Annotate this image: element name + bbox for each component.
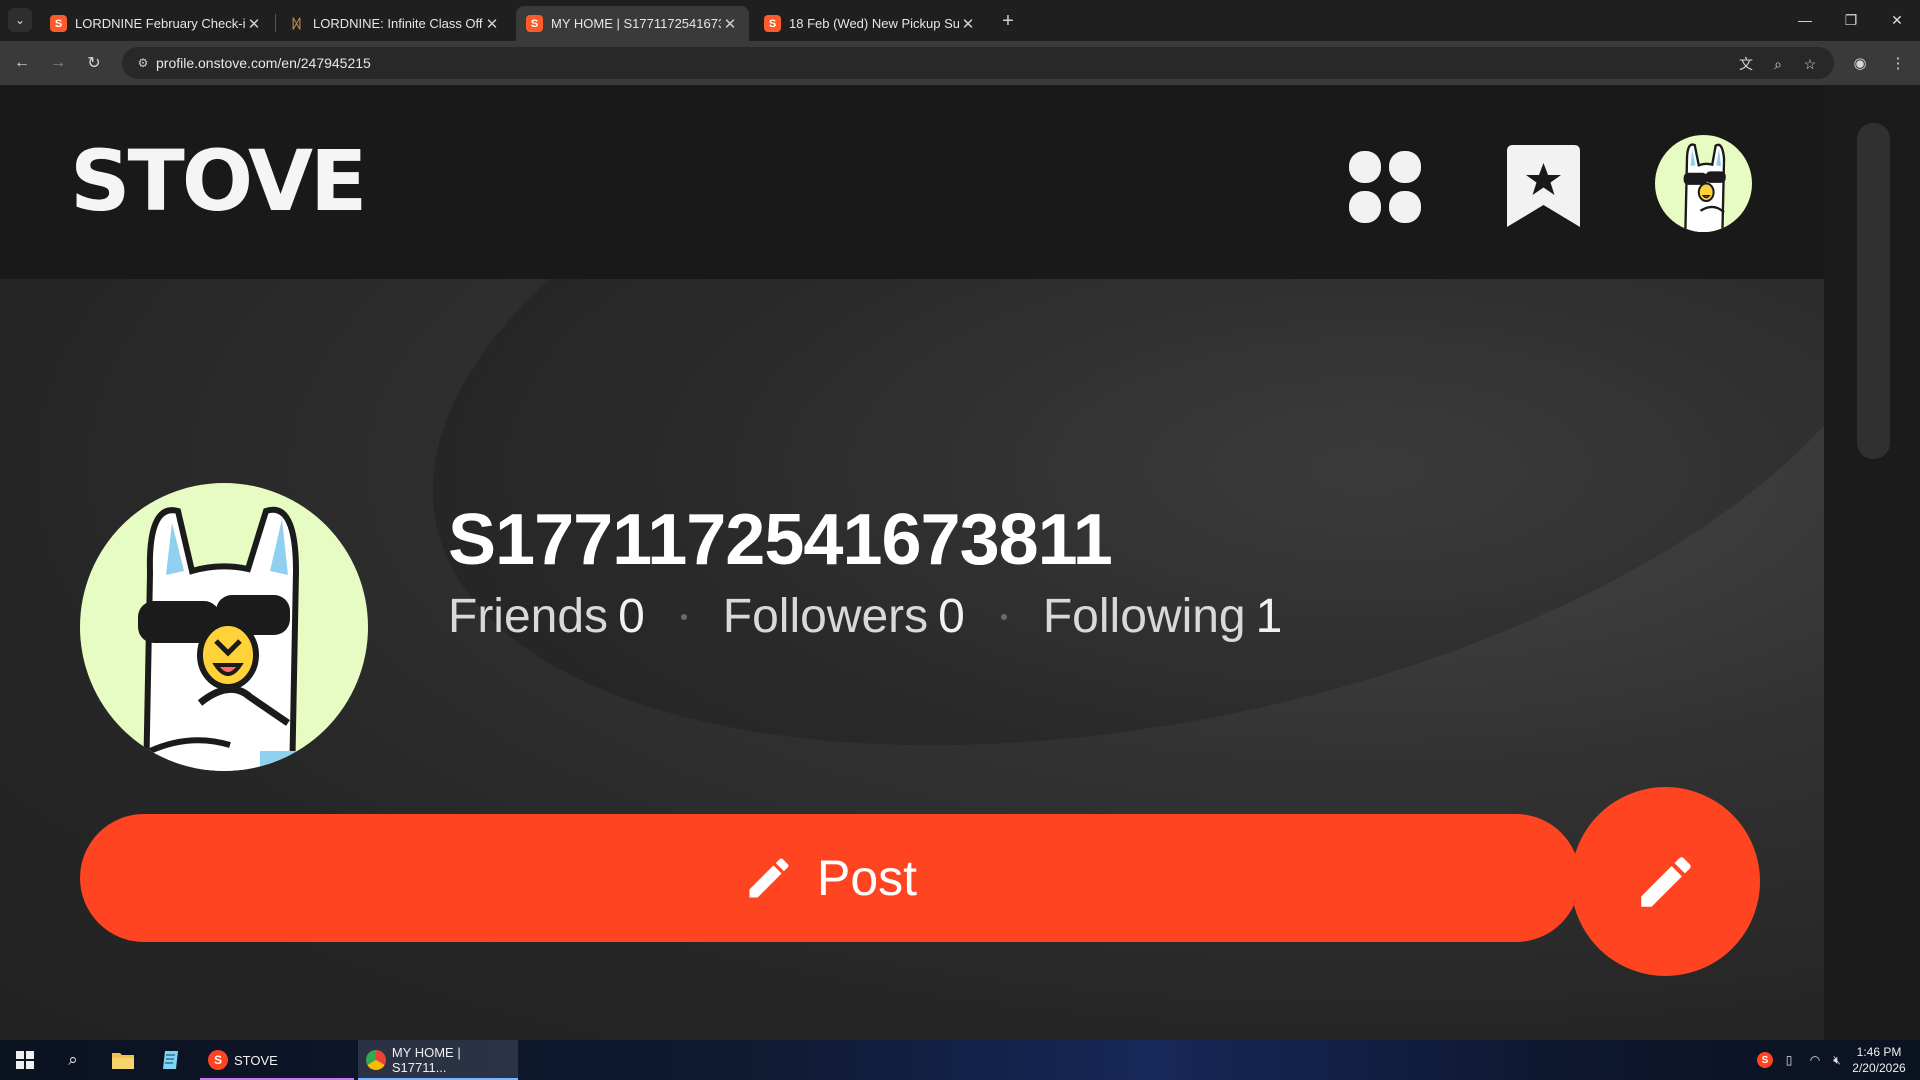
tab-title: LORDNINE February Check-in S [75,16,245,31]
pencil-icon [1640,856,1691,907]
volume-muted-icon[interactable]: 🔇︎ [1828,1051,1846,1069]
restore-button[interactable]: ❐ [1834,6,1868,34]
browser-tab-active[interactable]: S MY HOME | S1771172541673811 ✕ [516,6,749,41]
post-button[interactable]: Post [80,814,1580,942]
stat-label: Followers [722,590,929,643]
bookmark-star-icon[interactable]: ☆ [1800,54,1820,74]
site-header: STOVE [0,85,1824,279]
taskbar-app-stove[interactable]: S STOVE [200,1040,354,1080]
profile-icon[interactable]: ◉ [1850,53,1870,73]
tab-title: MY HOME | S1771172541673811 [551,16,721,31]
usb-icon[interactable]: ▯ [1780,1051,1798,1069]
followers-stat[interactable]: Followers 0 [723,593,965,641]
back-button[interactable]: ← [10,51,34,75]
tab-title: 18 Feb (Wed) New Pickup Summ [789,16,959,31]
friends-stat[interactable]: Friends 0 [448,593,645,641]
browser-toolbar: ← → ↻ ⚙ profile.onstove.com/en/247945215… [0,41,1920,85]
browser-tab[interactable]: ᛞ LORDNINE: Infinite Class Officia ✕ [278,6,511,41]
clock-time: 1:46 PM [1856,1045,1902,1059]
stove-icon: S [764,15,781,32]
apps-grid-icon[interactable] [1349,151,1421,223]
clock-date: 2/20/2026 [1852,1061,1906,1075]
page-content: STOVE S1771172541673811 Friends 0 Follow… [0,85,1824,1040]
scrollbar-thumb[interactable] [1857,123,1890,459]
address-text[interactable]: profile.onstove.com/en/247945215 [156,55,371,71]
stove-icon: S [50,15,67,32]
browser-tab[interactable]: S LORDNINE February Check-in S ✕ [40,6,273,41]
file-explorer-icon[interactable] [108,1044,138,1076]
stat-count: 0 [938,590,965,643]
taskbar-app-label: MY HOME | S17711... [391,1045,461,1075]
user-avatar-button[interactable] [1655,135,1752,232]
bookmark-icon[interactable] [1507,145,1580,227]
zoom-icon[interactable]: ⌕ [1768,54,1788,74]
following-stat[interactable]: Following 1 [1043,593,1282,641]
llama-avatar-icon [1683,143,1726,232]
tab-search-button[interactable]: ⌄ [8,8,32,32]
menu-icon[interactable]: ⋮ [1888,53,1908,73]
forward-button[interactable]: → [46,51,70,75]
stat-label: Following [1042,590,1246,643]
stat-count: 1 [1255,590,1283,643]
site-info-icon[interactable]: ⚙ [134,54,152,72]
post-button-label: Post [816,850,918,906]
tab-title: LORDNINE: Infinite Class Officia [313,16,483,31]
stove-icon: S [526,15,543,32]
close-icon[interactable]: ✕ [721,15,739,33]
tab-separator [275,14,276,32]
close-icon[interactable]: ✕ [483,15,501,33]
lordnine-icon: ᛞ [292,16,301,31]
profile-hero: S1771172541673811 Friends 0 Followers 0 … [0,279,1824,1040]
reload-button[interactable]: ↻ [82,51,106,75]
new-tab-button[interactable]: + [996,9,1020,33]
profile-username: S1771172541673811 [448,500,1113,580]
taskbar-app-label: STOVE [234,1052,278,1068]
close-icon[interactable]: ✕ [245,15,263,33]
stove-icon: S [208,1050,228,1070]
windows-start-icon[interactable] [10,1044,40,1076]
llama-avatar-icon [138,506,300,771]
stat-label: Friends [448,590,609,643]
browser-tab[interactable]: S 18 Feb (Wed) New Pickup Summ ✕ [754,6,987,41]
browser-tab-strip: ⌄ S LORDNINE February Check-in S ✕ ᛞ LOR… [0,0,1920,41]
write-post-fab[interactable] [1571,787,1760,976]
notepad-icon[interactable] [156,1044,186,1076]
profile-avatar[interactable] [80,483,368,771]
minimize-button[interactable]: — [1788,6,1822,34]
network-icon[interactable]: ◠ [1806,1051,1824,1069]
windows-taskbar: ⌕ S STOVE MY HOME | S17711... S ▯ ◠ 🔇︎ 1… [0,1040,1920,1080]
pencil-icon [743,852,795,904]
chrome-icon [366,1050,386,1070]
system-clock[interactable]: 1:46 PM 2/20/2026 [1848,1044,1910,1076]
stat-separator [680,614,687,620]
address-bar[interactable]: ⚙ profile.onstove.com/en/247945215 文 ⌕ ☆ [122,47,1834,79]
taskbar-app-chrome[interactable]: MY HOME | S17711... [358,1040,518,1080]
profile-stats: Friends 0 Followers 0 Following 1 [448,593,1282,641]
close-icon[interactable]: ✕ [959,15,977,33]
stove-tray-icon[interactable]: S [1756,1051,1774,1069]
stove-logo[interactable]: STOVE [70,139,367,223]
translate-icon[interactable]: 文 [1736,54,1756,74]
search-icon[interactable]: ⌕ [58,1044,88,1076]
close-window-button[interactable]: ✕ [1880,6,1914,34]
stat-count: 0 [618,590,645,643]
stat-separator [1000,614,1007,620]
